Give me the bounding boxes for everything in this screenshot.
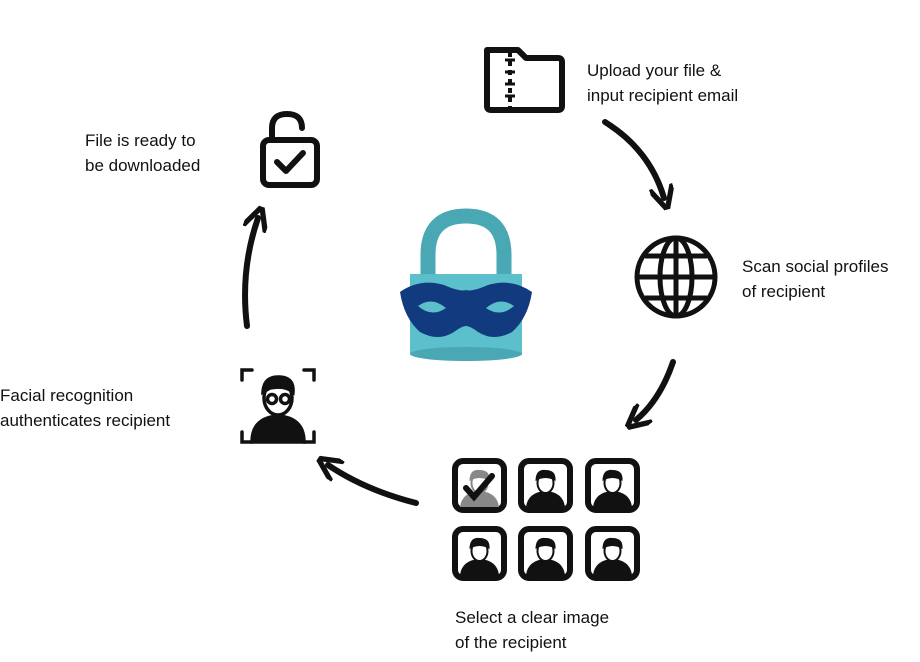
photo-tile: [518, 458, 573, 513]
diagram-graphics: [240, 47, 718, 581]
photo-tile: [452, 526, 507, 581]
photo-tile-selected: [452, 458, 507, 513]
globe-icon: [634, 235, 718, 319]
arrow-select-to-facial: [328, 465, 419, 506]
folder-zip-icon: [484, 47, 565, 113]
unlocked-padlock-check-icon: [260, 111, 320, 188]
arrow-facial-to-download: [242, 218, 258, 329]
step-scan-label: Scan social profiles of recipient: [742, 254, 888, 304]
label-line: of the recipient: [455, 633, 567, 652]
label-line: input recipient email: [587, 86, 739, 105]
face-scan-icon: [240, 368, 316, 444]
profile-photo-grid-icon: [452, 458, 640, 581]
photo-tile: [585, 458, 640, 513]
label-line: File is ready to: [85, 131, 196, 150]
label-line: authenticates recipient: [0, 411, 171, 430]
arrow-scan-to-select: [636, 359, 676, 420]
label-line: Select a clear image: [455, 608, 610, 627]
label-line: be downloaded: [85, 156, 201, 175]
label-line: of recipient: [742, 282, 826, 301]
label-line: Scan social profiles: [742, 257, 889, 276]
arrow-upload-to-scan: [602, 119, 664, 198]
label-line: Upload your file &: [587, 61, 722, 80]
step-facial-label: Facial recognition authenticates recipien…: [0, 383, 170, 433]
step-download-label: File is ready to be downloaded: [85, 128, 200, 178]
padlock-mask-icon: [400, 208, 532, 361]
step-upload-label: Upload your file & input recipient email: [587, 58, 738, 108]
step-select-label: Select a clear image of the recipient: [455, 605, 609, 655]
diagram-canvas: Upload your file & input recipient email …: [0, 0, 920, 662]
label-line: Facial recognition: [0, 386, 134, 405]
photo-tile: [585, 526, 640, 581]
photo-tile: [518, 526, 573, 581]
